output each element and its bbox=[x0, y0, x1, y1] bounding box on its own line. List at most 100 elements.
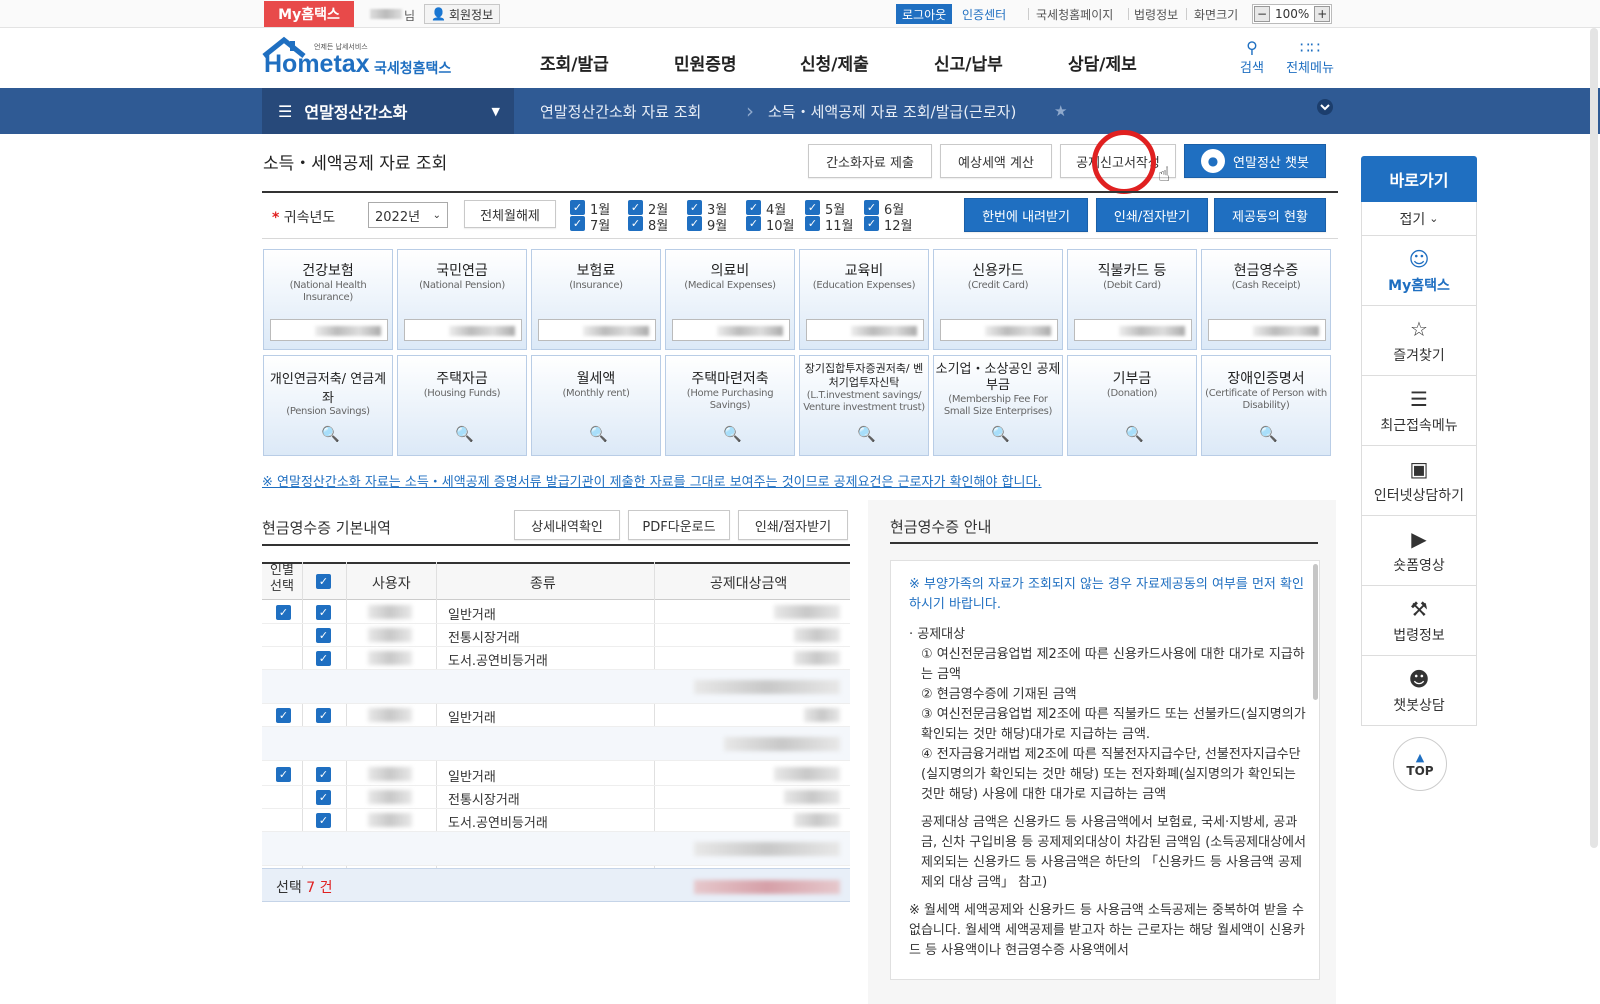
card-debit-card[interactable]: 직불카드 등 (Debit Card) bbox=[1067, 249, 1197, 350]
pdf-download-button[interactable]: PDF다운로드 bbox=[628, 510, 730, 540]
print-braille-button[interactable]: 인쇄/점자받기 bbox=[1096, 198, 1208, 232]
card-national-pension[interactable]: 국민연금 (National Pension) bbox=[397, 249, 527, 350]
month-10-checkbox[interactable]: ✓ bbox=[746, 216, 761, 231]
month-8-checkbox[interactable]: ✓ bbox=[628, 216, 643, 231]
chevron-down-icon: ⌄ bbox=[432, 209, 441, 221]
util-divider bbox=[1028, 8, 1029, 20]
card-title: 직불카드 등 bbox=[1097, 263, 1167, 279]
month-11-checkbox[interactable]: ✓ bbox=[805, 216, 820, 231]
card-pension-savings[interactable]: 개인연금저축/ 연금계좌 (Pension Savings) 🔍 bbox=[263, 355, 393, 456]
month-3-checkbox[interactable]: ✓ bbox=[687, 200, 702, 215]
guide-content: ※ 부양가족의 자료가 조회되지 않는 경우 자료제공동의 여부를 먼저 확인하… bbox=[890, 560, 1320, 980]
select-all-checkbox[interactable]: ✓ bbox=[316, 574, 331, 589]
card-subtitle: (Donation) bbox=[1106, 388, 1158, 399]
card-donation[interactable]: 기부금 (Donation) 🔍 bbox=[1067, 355, 1197, 456]
zoom-out-button[interactable]: − bbox=[1254, 6, 1270, 22]
logout-button[interactable]: 로그아웃 bbox=[896, 4, 953, 24]
card-home-savings[interactable]: 주택마련저축 (Home Purchasing Savings) 🔍 bbox=[665, 355, 795, 456]
detail-view-button[interactable]: 상세내역확인 bbox=[514, 510, 620, 540]
estimate-tax-button[interactable]: 예상세액 계산 bbox=[940, 144, 1052, 178]
card-amount-field bbox=[1208, 319, 1326, 341]
quick-fold-button[interactable]: 접기 ⌄ bbox=[1361, 202, 1477, 236]
card-longterm-investment[interactable]: 장기집합투자증권저축/ 벤처기업투자신탁 (L.T.investment savi… bbox=[799, 355, 929, 456]
guide-scrollbar[interactable] bbox=[1313, 564, 1318, 700]
month-12-checkbox[interactable]: ✓ bbox=[864, 216, 879, 231]
quick-chatbot[interactable]: ☻ 챗봇상담 bbox=[1361, 656, 1477, 726]
table-print-button[interactable]: 인쇄/점자받기 bbox=[738, 510, 848, 540]
card-credit-card[interactable]: 신용카드 (Credit Card) bbox=[933, 249, 1063, 350]
hometax-logo[interactable]: Hometax 언제든 납세서비스 국세청홈택스 bbox=[262, 34, 472, 84]
chatbot-button[interactable]: ● 연말정산 챗봇 bbox=[1184, 144, 1326, 178]
card-insurance[interactable]: 보험료 (Insurance) bbox=[531, 249, 661, 350]
row-checkbox[interactable]: ✓ bbox=[316, 813, 331, 828]
table-row bbox=[262, 763, 850, 786]
year-select[interactable]: 2022년 ⌄ bbox=[368, 202, 448, 228]
nav-report-payment[interactable]: 신고/납부 bbox=[934, 50, 1003, 75]
month-7-checkbox[interactable]: ✓ bbox=[570, 216, 585, 231]
location-expand-icon[interactable] bbox=[1316, 98, 1342, 124]
row-checkbox[interactable]: ✓ bbox=[316, 790, 331, 805]
hand-cursor-icon: ☝ bbox=[1158, 162, 1171, 186]
simple-submit-button[interactable]: 간소화자료 제출 bbox=[808, 144, 932, 178]
card-subtitle: (Cash Receipt) bbox=[1231, 280, 1301, 291]
nav-inquiry[interactable]: 조회/발급 bbox=[540, 50, 609, 75]
all-menu-button[interactable]: ∷∷ 전체메뉴 bbox=[1282, 38, 1338, 76]
my-hometax-tag[interactable]: My홈택스 bbox=[264, 1, 354, 27]
row-checkbox[interactable]: ✓ bbox=[316, 651, 331, 666]
favorite-star-icon[interactable]: ★ bbox=[1054, 88, 1067, 134]
clear-all-months-button[interactable]: 전체월해제 bbox=[464, 200, 556, 228]
location-current-menu[interactable]: ☰ 연말정산간소화 ▼ bbox=[262, 88, 514, 134]
quick-online-consult[interactable]: ▣ 인터넷상담하기 bbox=[1361, 446, 1477, 516]
card-medical[interactable]: 의료비 (Medical Expenses) bbox=[665, 249, 795, 350]
zoom-in-button[interactable]: + bbox=[1314, 6, 1331, 22]
all-menu-label: 전체메뉴 bbox=[1286, 61, 1334, 76]
card-subtitle: (Certificate of Person with Disability) bbox=[1205, 388, 1327, 411]
member-info-button[interactable]: 👤 회원정보 bbox=[424, 4, 501, 24]
card-small-business[interactable]: 소기업・소상공인 공제부금 (Membership Fee For Small S… bbox=[933, 355, 1063, 456]
row-checkbox[interactable]: ✓ bbox=[316, 605, 331, 620]
breadcrumb-separator-icon: › bbox=[746, 99, 754, 123]
month-4-checkbox[interactable]: ✓ bbox=[746, 200, 761, 215]
consent-status-button[interactable]: 제공동의 현황 bbox=[1214, 198, 1326, 232]
quick-short-video[interactable]: ▶ 숏폼영상 bbox=[1361, 516, 1477, 586]
search-button[interactable]: ⚲ 검색 bbox=[1224, 38, 1280, 76]
nav-certificate[interactable]: 민원증명 bbox=[674, 50, 737, 75]
month-1-checkbox[interactable]: ✓ bbox=[570, 200, 585, 215]
nts-home-link[interactable]: 국세청홈페이지 bbox=[1036, 6, 1113, 23]
breadcrumb-2[interactable]: 소득・세액공제 자료 조회/발급(근로자) bbox=[768, 88, 1016, 134]
month-2-checkbox[interactable]: ✓ bbox=[628, 200, 643, 215]
card-housing-funds[interactable]: 주택자금 (Housing Funds) 🔍 bbox=[397, 355, 527, 456]
quick-recent-menu[interactable]: ☰ 최근접속메뉴 bbox=[1361, 376, 1477, 446]
card-health-insurance[interactable]: 건강보험 (National Health Insurance) bbox=[263, 249, 393, 350]
row-checkbox[interactable]: ✓ bbox=[316, 628, 331, 643]
breadcrumb-1[interactable]: 연말정산간소화 자료 조회 bbox=[540, 88, 701, 134]
card-education[interactable]: 교육비 (Education Expenses) bbox=[799, 249, 929, 350]
card-cash-receipt[interactable]: 현금영수증 (Cash Receipt) bbox=[1201, 249, 1331, 350]
card-monthly-rent[interactable]: 월세액 (Monthly rent) 🔍 bbox=[531, 355, 661, 456]
quick-law-info[interactable]: ⚒ 법령정보 bbox=[1361, 586, 1477, 656]
law-info-link[interactable]: 법령정보 bbox=[1134, 6, 1178, 23]
download-all-button[interactable]: 한번에 내려받기 bbox=[964, 198, 1088, 232]
scroll-top-button[interactable]: ▲ TOP bbox=[1393, 737, 1447, 791]
nav-application[interactable]: 신청/제출 bbox=[800, 50, 869, 75]
card-title: 교육비 bbox=[844, 263, 884, 279]
person-checkbox[interactable]: ✓ bbox=[276, 767, 291, 782]
month-6-checkbox[interactable]: ✓ bbox=[864, 200, 879, 215]
page-scrollbar[interactable] bbox=[1590, 28, 1598, 848]
search-icon: 🔍 bbox=[1259, 425, 1278, 443]
person-checkbox[interactable]: ✓ bbox=[276, 605, 291, 620]
nav-consult[interactable]: 상담/제보 bbox=[1068, 50, 1137, 75]
person-checkbox[interactable]: ✓ bbox=[276, 708, 291, 723]
quick-favorites[interactable]: ☆ 즐겨찾기 bbox=[1361, 306, 1477, 376]
notice-link[interactable]: ※ 연말정산간소화 자료는 소득・세액공제 증명서류 발급기관이 제출한 자료를… bbox=[262, 471, 1042, 490]
cert-center-link[interactable]: 인증센터 bbox=[962, 6, 1006, 23]
amount-blurred bbox=[784, 790, 840, 804]
quick-my-hometax[interactable]: ☺ My홈택스 bbox=[1361, 236, 1477, 306]
month-9-checkbox[interactable]: ✓ bbox=[687, 216, 702, 231]
card-disability-certificate[interactable]: 장애인증명서 (Certificate of Person with Disabi… bbox=[1201, 355, 1331, 456]
month-5-checkbox[interactable]: ✓ bbox=[805, 200, 820, 215]
row-checkbox[interactable]: ✓ bbox=[316, 708, 331, 723]
user-name-blurred bbox=[368, 628, 412, 642]
row-checkbox[interactable]: ✓ bbox=[316, 767, 331, 782]
search-icon: 🔍 bbox=[723, 425, 742, 443]
